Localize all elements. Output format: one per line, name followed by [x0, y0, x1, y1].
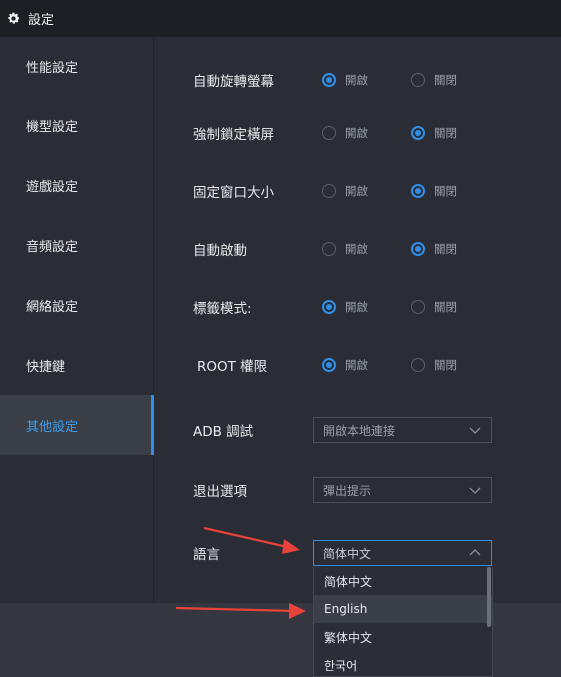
- setting-label: 退出選項: [193, 484, 247, 500]
- radio-label: 關閉: [434, 242, 457, 256]
- language-option-english[interactable]: English: [314, 595, 492, 623]
- sidebar-item-model[interactable]: 機型設定: [0, 95, 153, 155]
- language-option-korean[interactable]: 한국어: [314, 651, 492, 676]
- radio-label: 開啟: [345, 358, 368, 372]
- title-bar: 設定: [0, 0, 561, 37]
- radio-option-on[interactable]: 開啟: [322, 125, 368, 141]
- setting-row-tab-mode: 標籤模式: 開啟 關閉: [154, 292, 561, 322]
- radio-option-on[interactable]: 開啟: [322, 357, 368, 373]
- setting-row-fixed-window: 固定窗口大小 開啟 關閉: [154, 176, 561, 206]
- setting-label: 標籤模式:: [193, 301, 252, 317]
- radio-label: 關閉: [434, 358, 457, 372]
- sidebar-item-other[interactable]: 其他設定: [0, 395, 154, 455]
- radio-label: 關閉: [434, 126, 457, 140]
- radio-label: 關閉: [434, 300, 457, 314]
- radio-option-off[interactable]: 關閉: [411, 357, 457, 373]
- radio-button[interactable]: [322, 358, 336, 372]
- radio-button[interactable]: [322, 126, 336, 140]
- setting-row-force-landscape: 強制鎖定橫屏 開啟 關閉: [154, 118, 561, 148]
- language-dropdown-list[interactable]: 简体中文 English 繁体中文 한국어: [313, 567, 493, 677]
- language-option-simplified-chinese[interactable]: 简体中文: [314, 567, 492, 595]
- chevron-up-icon: [469, 549, 481, 556]
- language-option-traditional-chinese[interactable]: 繁体中文: [314, 623, 492, 651]
- radio-option-off[interactable]: 關閉: [411, 183, 457, 199]
- setting-row-auto-rotate: 自動旋轉螢幕 開啟 關閉: [154, 65, 561, 95]
- setting-label: 自動啟動: [193, 243, 247, 259]
- setting-row-exit: 退出選項 彈出提示: [154, 475, 561, 505]
- radio-label: 開啟: [345, 300, 368, 314]
- setting-label: ADB 調試: [193, 424, 254, 440]
- chevron-down-icon: [469, 427, 481, 434]
- radio-label: 關閉: [434, 73, 457, 87]
- setting-label: 強制鎖定橫屏: [193, 127, 274, 143]
- dropdown-scrollbar[interactable]: [487, 567, 491, 627]
- setting-label: 自動旋轉螢幕: [193, 74, 274, 90]
- select-value: 開啟本地連接: [323, 423, 396, 438]
- select-value: 彈出提示: [323, 483, 372, 498]
- chevron-down-icon: [469, 487, 481, 494]
- adb-select[interactable]: 開啟本地連接: [313, 417, 492, 443]
- radio-option-on[interactable]: 開啟: [322, 299, 368, 315]
- setting-row-root: ROOT 權限 開啟 關閉: [154, 350, 561, 380]
- radio-button[interactable]: [411, 184, 425, 198]
- sidebar-item-audio[interactable]: 音頻設定: [0, 215, 153, 275]
- radio-button[interactable]: [411, 73, 425, 87]
- language-select[interactable]: 简体中文: [313, 540, 492, 566]
- radio-label: 開啟: [345, 73, 368, 87]
- radio-button[interactable]: [411, 126, 425, 140]
- radio-option-off[interactable]: 關閉: [411, 125, 457, 141]
- radio-option-on[interactable]: 開啟: [322, 72, 368, 88]
- radio-button[interactable]: [322, 73, 336, 87]
- radio-option-off[interactable]: 關閉: [411, 241, 457, 257]
- settings-sidebar: 性能設定 機型設定 遊戲設定 音頻設定 網絡設定 快捷鍵 其他設定: [0, 37, 154, 603]
- exit-option-select[interactable]: 彈出提示: [313, 477, 492, 503]
- setting-row-auto-start: 自動啟動 開啟 關閉: [154, 234, 561, 264]
- radio-button[interactable]: [322, 300, 336, 314]
- setting-label: 固定窗口大小: [193, 185, 274, 201]
- sidebar-item-game[interactable]: 遊戲設定: [0, 155, 153, 215]
- sidebar-item-performance[interactable]: 性能設定: [0, 37, 153, 95]
- radio-button[interactable]: [411, 242, 425, 256]
- radio-button[interactable]: [322, 184, 336, 198]
- radio-label: 開啟: [345, 126, 368, 140]
- radio-button[interactable]: [322, 242, 336, 256]
- radio-label: 關閉: [434, 184, 457, 198]
- select-value: 简体中文: [323, 546, 372, 561]
- window-title: 設定: [28, 13, 55, 28]
- radio-option-on[interactable]: 開啟: [322, 241, 368, 257]
- annotation-arrow-icon: [175, 603, 306, 619]
- radio-option-on[interactable]: 開啟: [322, 183, 368, 199]
- sidebar-item-network[interactable]: 網絡設定: [0, 275, 153, 335]
- radio-label: 開啟: [345, 184, 368, 198]
- setting-row-adb: ADB 調試 開啟本地連接: [154, 415, 561, 445]
- radio-option-off[interactable]: 關閉: [411, 72, 457, 88]
- settings-content: 自動旋轉螢幕 開啟 關閉 強制鎖定橫屏 開啟 關閉 固定窗口大小 開啟 關閉 自…: [154, 37, 561, 603]
- radio-button[interactable]: [411, 300, 425, 314]
- radio-option-off[interactable]: 關閉: [411, 299, 457, 315]
- sidebar-item-shortcuts[interactable]: 快捷鍵: [0, 335, 153, 395]
- gear-icon: [5, 11, 21, 27]
- annotation-arrow-icon: [203, 526, 300, 554]
- radio-button[interactable]: [411, 358, 425, 372]
- setting-label: ROOT 權限: [197, 359, 268, 375]
- radio-label: 開啟: [345, 242, 368, 256]
